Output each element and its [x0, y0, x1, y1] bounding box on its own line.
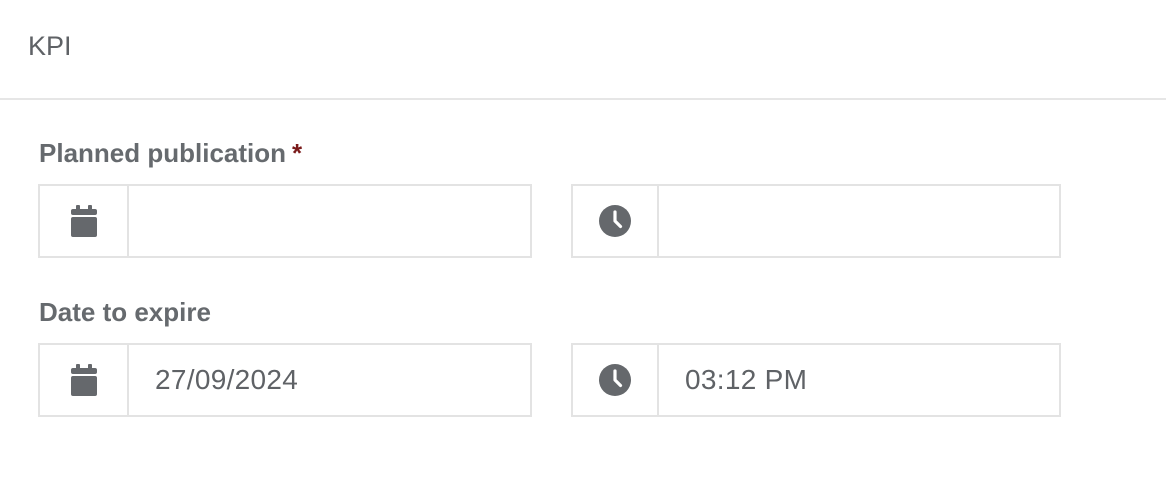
- panel-header: KPI: [0, 0, 1166, 100]
- panel-title: KPI: [28, 31, 72, 61]
- date-to-expire-time-field[interactable]: 03:12 PM: [571, 343, 1061, 417]
- clock-icon: [599, 364, 631, 396]
- planned-publication-date-field[interactable]: [38, 184, 532, 258]
- date-to-expire-date-addon[interactable]: [40, 345, 129, 415]
- planned-publication-label: Planned publication *: [39, 138, 302, 169]
- planned-publication-time-field[interactable]: [571, 184, 1061, 258]
- planned-publication-time-input[interactable]: [659, 186, 1059, 256]
- planned-publication-date-input[interactable]: [129, 186, 530, 256]
- date-to-expire-label-text: Date to expire: [39, 297, 211, 327]
- date-to-expire-time-addon[interactable]: [573, 345, 659, 415]
- date-to-expire-label: Date to expire: [39, 297, 211, 328]
- date-to-expire-time-input[interactable]: 03:12 PM: [659, 345, 1059, 415]
- date-to-expire-date-field[interactable]: 27/09/2024: [38, 343, 532, 417]
- date-to-expire-date-input[interactable]: 27/09/2024: [129, 345, 530, 415]
- planned-publication-date-addon[interactable]: [40, 186, 129, 256]
- clock-icon: [599, 205, 631, 237]
- calendar-icon: [70, 364, 98, 396]
- calendar-icon: [70, 205, 98, 237]
- required-asterisk: *: [292, 138, 303, 168]
- planned-publication-time-addon[interactable]: [573, 186, 659, 256]
- planned-publication-label-text: Planned publication: [39, 138, 287, 168]
